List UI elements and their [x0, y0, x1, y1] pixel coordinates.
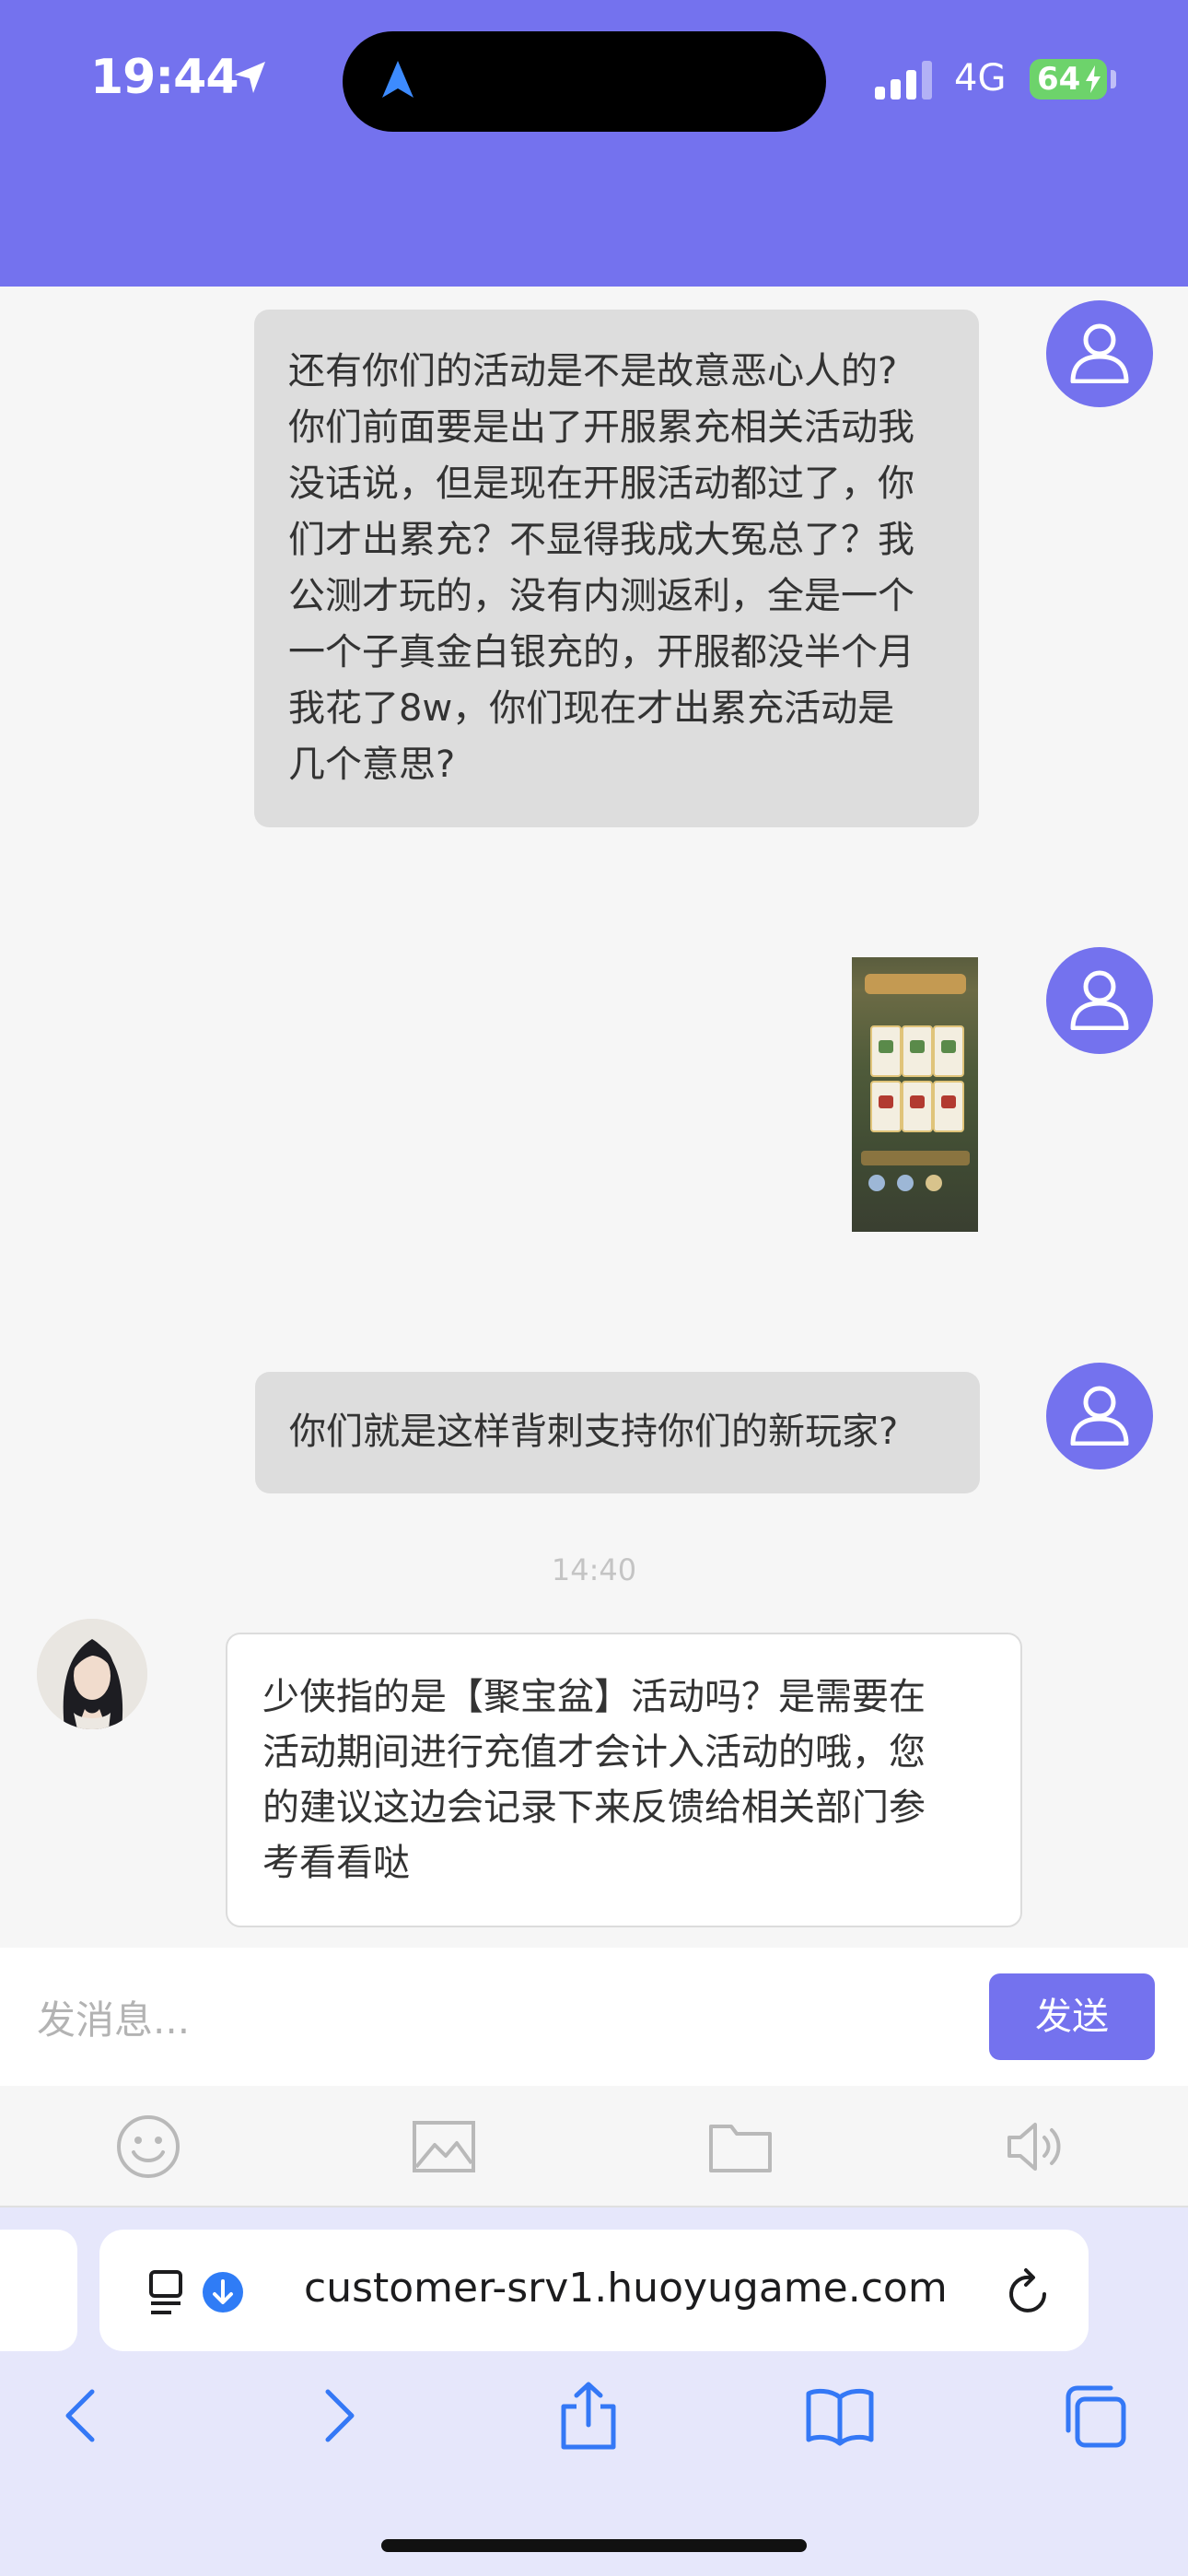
download-icon[interactable]	[203, 2272, 243, 2313]
image-icon[interactable]	[411, 2113, 477, 2180]
user-icon	[1070, 323, 1129, 383]
battery-indicator: 64	[1030, 59, 1107, 100]
image-card	[902, 1081, 933, 1132]
dynamic-island	[343, 31, 826, 132]
message-line: 的建议这边会记录下来反馈给相关部门参	[262, 1786, 926, 1829]
folder-icon[interactable]	[707, 2113, 774, 2180]
composer-toolbar	[0, 2086, 1188, 2207]
speaker-icon[interactable]	[1004, 2113, 1070, 2180]
tabs-icon[interactable]	[1059, 2379, 1133, 2453]
user-avatar	[1046, 947, 1153, 1054]
message-line: 考看看哒	[262, 1842, 410, 1884]
address-bar[interactable]: customer-srv1.huoyugame.com	[99, 2230, 1089, 2351]
message-line: 几个意思?	[288, 744, 456, 786]
image-card	[933, 1081, 964, 1132]
message-line: 一个子真金白银充的，开服都没半个月	[288, 631, 914, 673]
message-line: 少侠指的是【聚宝盆】活动吗？是需要在	[262, 1676, 926, 1718]
emoji-icon[interactable]	[115, 2113, 181, 2180]
message-line: 还有你们的活动是不是故意恶心人的?	[288, 350, 898, 392]
message-composer: 发送	[0, 1948, 1188, 2086]
user-icon	[1070, 1386, 1129, 1446]
user-message-bubble: 还有你们的活动是不是故意恶心人的? 你们前面要是出了开服累充相关活动我 没话说，…	[254, 310, 979, 827]
battery-level: 64	[1037, 61, 1081, 98]
message-line: 你们就是这样背刺支持你们的新玩家?	[289, 1411, 899, 1453]
forward-icon[interactable]	[317, 2379, 361, 2453]
message-line: 公测才玩的，没有内测返利，全是一个	[288, 575, 914, 617]
image-card	[870, 1081, 902, 1132]
location-arrow-icon	[235, 62, 265, 93]
agent-avatar	[37, 1619, 147, 1729]
image-card	[902, 1025, 933, 1077]
image-icons-row	[868, 1175, 961, 1195]
message-line: 你们前面要是出了开服累充相关活动我	[288, 406, 914, 449]
message-timestamp: 14:40	[551, 1552, 637, 1587]
user-icon	[1070, 970, 1129, 1030]
signal-icon	[875, 61, 932, 100]
previous-tab[interactable]	[0, 2230, 77, 2351]
message-line: 没话说，但是现在开服活动都过了，你	[288, 463, 914, 505]
user-avatar	[1046, 300, 1153, 407]
agent-portrait-icon	[37, 1619, 147, 1729]
user-message-bubble: 你们就是这样背刺支持你们的新玩家?	[255, 1372, 980, 1493]
back-icon[interactable]	[59, 2379, 103, 2453]
bookmarks-icon[interactable]	[803, 2379, 877, 2453]
message-line: 们才出累充？不显得我成大冤总了？我	[288, 519, 914, 561]
agent-message-bubble: 少侠指的是【聚宝盆】活动吗？是需要在 活动期间进行充值才会计入活动的哦，您 的建…	[226, 1633, 1022, 1927]
message-line: 活动期间进行充值才会计入活动的哦，您	[262, 1731, 926, 1774]
share-icon[interactable]	[556, 2379, 621, 2453]
battery-cap	[1111, 70, 1116, 88]
image-card	[933, 1025, 964, 1077]
image-banner	[865, 974, 966, 994]
status-time: 19:44	[90, 50, 239, 105]
chat-image-attachment[interactable]	[852, 957, 978, 1232]
navigation-icon	[382, 61, 413, 98]
send-button[interactable]: 发送	[989, 1973, 1155, 2060]
browser-toolbar: customer-srv1.huoyugame.com	[0, 2207, 1188, 2576]
charging-bolt-icon	[1086, 65, 1101, 93]
network-type: 4G	[954, 57, 1007, 100]
app-header: 19:44 4G 64	[0, 0, 1188, 287]
image-card	[870, 1025, 902, 1077]
url-text: customer-srv1.huoyugame.com	[304, 2265, 948, 2312]
message-line: 我花了8w，你们现在才出累充活动是	[288, 687, 895, 730]
reload-icon[interactable]	[1006, 2266, 1054, 2318]
home-indicator	[381, 2539, 807, 2552]
user-avatar	[1046, 1363, 1153, 1469]
image-bar	[861, 1151, 970, 1165]
message-input[interactable]	[35, 1996, 960, 2043]
page-menu-icon[interactable]	[147, 2268, 192, 2316]
